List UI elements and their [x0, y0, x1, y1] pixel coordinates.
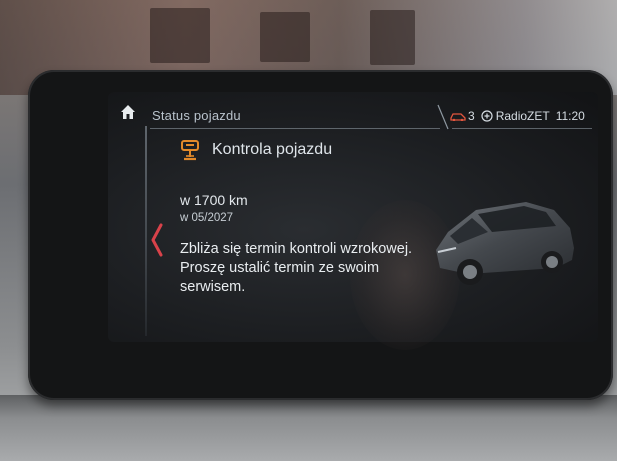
- section-title: Kontrola pojazdu: [212, 141, 333, 158]
- page-title: Status pojazdu: [152, 108, 241, 123]
- car-icon: [450, 113, 466, 121]
- chevron-left-icon[interactable]: [150, 222, 164, 258]
- car-count-value: 3: [468, 109, 475, 123]
- dashboard-trim: [0, 395, 617, 461]
- background-window: [150, 8, 210, 63]
- service-distance: w 1700 km: [180, 192, 248, 208]
- background-window: [260, 12, 310, 62]
- vehicle-image: [436, 202, 574, 285]
- header-divider: [150, 128, 440, 129]
- section-header: Kontrola pojazdu: [178, 138, 332, 162]
- car-status[interactable]: 3: [450, 109, 475, 123]
- vehicle-inspection-icon: [181, 140, 199, 161]
- service-message: Zbliża się termin kontroli wzrokowej. Pr…: [180, 241, 413, 295]
- status-divider: [452, 128, 592, 129]
- home-icon[interactable]: [120, 104, 136, 120]
- service-date: w 05/2027: [180, 212, 234, 224]
- radio-icon: [481, 110, 493, 122]
- status-bar: 3 RadioZET 11:20: [450, 104, 585, 128]
- radio-status[interactable]: RadioZET: [481, 109, 550, 123]
- rail-divider: [145, 126, 147, 336]
- status-separator: [437, 104, 449, 130]
- radio-station-label: RadioZET: [495, 109, 550, 123]
- background-window: [370, 10, 415, 65]
- clock: 11:20: [555, 109, 585, 123]
- photo-scene: Status pojazdu 3 RadioZET 11:20 Kontrola…: [0, 0, 617, 461]
